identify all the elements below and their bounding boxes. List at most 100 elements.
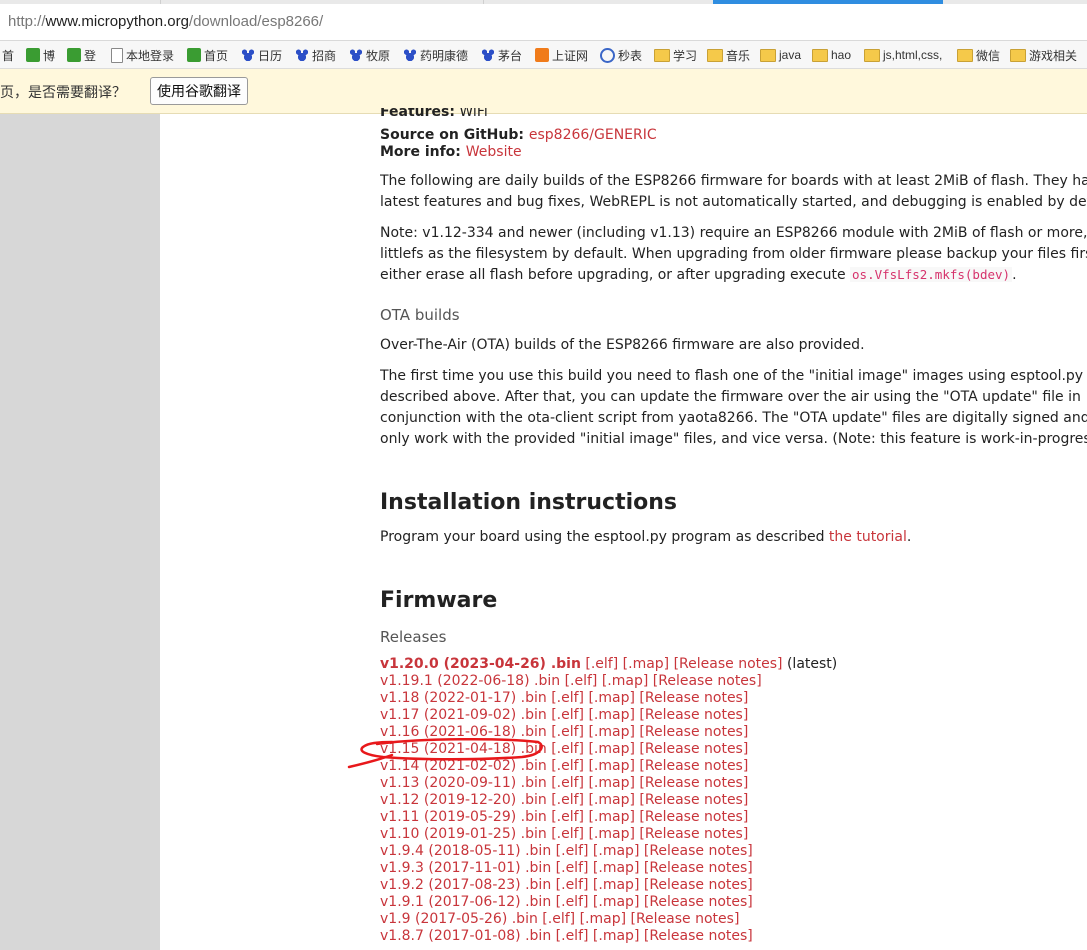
release-notes-link[interactable]: [Release notes] xyxy=(639,758,748,774)
bookmark-folder[interactable]: hao xyxy=(812,46,851,64)
release-map-link[interactable]: [.map] xyxy=(588,741,634,757)
release-bin-link[interactable]: v1.11 (2019-05-29) .bin xyxy=(380,809,547,825)
release-map-link[interactable]: [.map] xyxy=(602,673,648,689)
release-notes-link[interactable]: [Release notes] xyxy=(639,690,748,706)
release-map-link[interactable]: [.map] xyxy=(588,690,634,706)
release-elf-link[interactable]: [.elf] xyxy=(585,656,618,672)
bookmark-folder[interactable]: 学习 xyxy=(654,46,697,64)
release-bin-link[interactable]: v1.9 (2017-05-26) .bin xyxy=(380,911,538,927)
bookmark-item[interactable]: 首页 xyxy=(187,46,228,64)
release-notes-link[interactable]: [Release notes] xyxy=(639,826,748,842)
more-info-row: More info: Website xyxy=(380,142,522,162)
release-elf-link[interactable]: [.elf] xyxy=(551,826,584,842)
bookmark-item[interactable]: 招商 xyxy=(295,46,336,64)
release-map-link[interactable]: [.map] xyxy=(588,809,634,825)
release-row: v1.9.2 (2017-08-23) .bin [.elf] [.map] [… xyxy=(380,877,753,894)
release-elf-link[interactable]: [.elf] xyxy=(551,741,584,757)
release-bin-link[interactable]: v1.8.7 (2017-01-08) .bin xyxy=(380,928,551,944)
release-notes-link[interactable]: [Release notes] xyxy=(644,928,753,944)
release-elf-link[interactable]: [.elf] xyxy=(556,928,589,944)
url-prefix: http:// xyxy=(8,13,46,30)
release-map-link[interactable]: [.map] xyxy=(623,656,669,672)
release-notes-link[interactable]: [Release notes] xyxy=(653,673,762,689)
release-notes-link[interactable]: [Release notes] xyxy=(644,860,753,876)
release-bin-link[interactable]: v1.20.0 (2023-04-26) .bin xyxy=(380,656,581,672)
url-text[interactable]: http://www.micropython.org/download/esp8… xyxy=(8,13,323,30)
release-notes-link[interactable]: [Release notes] xyxy=(644,894,753,910)
release-bin-link[interactable]: v1.15 (2021-04-18) .bin xyxy=(380,741,547,757)
release-bin-link[interactable]: v1.9.2 (2017-08-23) .bin xyxy=(380,877,551,893)
google-translate-button[interactable]: 使用谷歌翻译 xyxy=(150,77,248,105)
release-elf-link[interactable]: [.elf] xyxy=(551,775,584,791)
bookmark-item[interactable]: 本地登录 xyxy=(111,46,174,64)
release-map-link[interactable]: [.map] xyxy=(593,860,639,876)
release-map-link[interactable]: [.map] xyxy=(593,877,639,893)
bookmark-item[interactable]: 登 xyxy=(67,46,96,64)
release-map-link[interactable]: [.map] xyxy=(580,911,626,927)
release-map-link[interactable]: [.map] xyxy=(593,928,639,944)
release-map-link[interactable]: [.map] xyxy=(588,775,634,791)
bookmark-item[interactable]: 药明康德 xyxy=(403,46,468,64)
release-map-link[interactable]: [.map] xyxy=(588,707,634,723)
bookmark-item[interactable]: 秒表 xyxy=(600,46,642,64)
bookmark-item[interactable]: 茅台 xyxy=(481,46,522,64)
release-notes-link[interactable]: [Release notes] xyxy=(644,877,753,893)
release-elf-link[interactable]: [.elf] xyxy=(556,894,589,910)
daily-builds-text: The following are daily builds of the ES… xyxy=(380,173,1087,189)
bookmark-item[interactable]: 首 xyxy=(2,46,14,64)
note-text-line: either erase all flash before upgrading,… xyxy=(380,265,1017,285)
release-bin-link[interactable]: v1.13 (2020-09-11) .bin xyxy=(380,775,547,791)
release-bin-link[interactable]: v1.16 (2021-06-18) .bin xyxy=(380,724,547,740)
release-map-link[interactable]: [.map] xyxy=(588,792,634,808)
bookmark-item[interactable]: 牧原 xyxy=(349,46,390,64)
release-elf-link[interactable]: [.elf] xyxy=(542,911,575,927)
github-source-link[interactable]: esp8266/GENERIC xyxy=(529,127,657,143)
bookmark-folder[interactable]: 微信 xyxy=(957,46,1000,64)
release-elf-link[interactable]: [.elf] xyxy=(551,690,584,706)
release-notes-link[interactable]: [Release notes] xyxy=(639,707,748,723)
bookmark-item[interactable]: 博 xyxy=(26,46,55,64)
release-elf-link[interactable]: [.elf] xyxy=(551,792,584,808)
release-notes-link[interactable]: [Release notes] xyxy=(674,656,783,672)
release-map-link[interactable]: [.map] xyxy=(593,843,639,859)
release-elf-link[interactable]: [.elf] xyxy=(551,724,584,740)
release-notes-link[interactable]: [Release notes] xyxy=(644,843,753,859)
release-map-link[interactable]: [.map] xyxy=(588,826,634,842)
bookmark-folder[interactable]: js,html,css, xyxy=(864,46,948,64)
release-notes-link[interactable]: [Release notes] xyxy=(639,775,748,791)
release-elf-link[interactable]: [.elf] xyxy=(556,843,589,859)
release-elf-link[interactable]: [.elf] xyxy=(551,758,584,774)
release-bin-link[interactable]: v1.12 (2019-12-20) .bin xyxy=(380,792,547,808)
address-bar[interactable]: http://www.micropython.org/download/esp8… xyxy=(0,4,1087,41)
release-bin-link[interactable]: v1.9.4 (2018-05-11) .bin xyxy=(380,843,551,859)
release-map-link[interactable]: [.map] xyxy=(588,724,634,740)
tutorial-link[interactable]: the tutorial xyxy=(829,529,907,545)
release-notes-link[interactable]: [Release notes] xyxy=(639,741,748,757)
release-map-link[interactable]: [.map] xyxy=(593,894,639,910)
release-bin-link[interactable]: v1.9.1 (2017-06-12) .bin xyxy=(380,894,551,910)
release-elf-link[interactable]: [.elf] xyxy=(551,707,584,723)
release-bin-link[interactable]: v1.19.1 (2022-06-18) .bin xyxy=(380,673,560,689)
bookmark-folder[interactable]: 音乐 xyxy=(707,46,750,64)
release-map-link[interactable]: [.map] xyxy=(588,758,634,774)
folder-icon xyxy=(957,48,973,62)
bookmark-folder[interactable]: 游戏相关 xyxy=(1010,46,1077,64)
release-notes-link[interactable]: [Release notes] xyxy=(639,792,748,808)
release-elf-link[interactable]: [.elf] xyxy=(551,809,584,825)
release-bin-link[interactable]: v1.9.3 (2017-11-01) .bin xyxy=(380,860,551,876)
release-notes-link[interactable]: [Release notes] xyxy=(631,911,740,927)
bookmark-item[interactable]: 日历 xyxy=(241,46,282,64)
bookmark-item[interactable]: 上证网 xyxy=(535,46,588,64)
release-notes-link[interactable]: [Release notes] xyxy=(639,724,748,740)
website-link[interactable]: Website xyxy=(466,144,522,160)
bookmark-folder[interactable]: java xyxy=(760,46,801,64)
release-elf-link[interactable]: [.elf] xyxy=(565,673,598,689)
bookmark-label: 上证网 xyxy=(552,48,589,63)
release-bin-link[interactable]: v1.10 (2019-01-25) .bin xyxy=(380,826,547,842)
release-elf-link[interactable]: [.elf] xyxy=(556,877,589,893)
release-bin-link[interactable]: v1.18 (2022-01-17) .bin xyxy=(380,690,547,706)
release-notes-link[interactable]: [Release notes] xyxy=(639,809,748,825)
release-bin-link[interactable]: v1.14 (2021-02-02) .bin xyxy=(380,758,547,774)
release-elf-link[interactable]: [.elf] xyxy=(556,860,589,876)
release-bin-link[interactable]: v1.17 (2021-09-02) .bin xyxy=(380,707,547,723)
